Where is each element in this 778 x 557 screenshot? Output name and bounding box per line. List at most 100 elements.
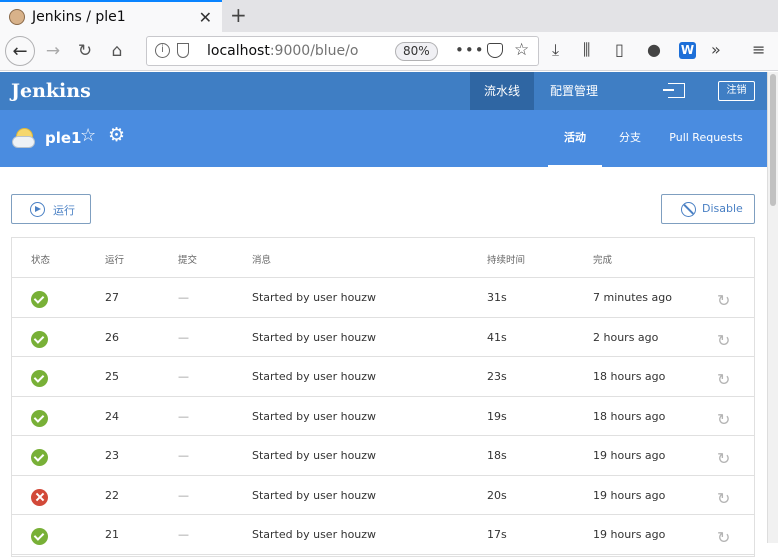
table-row[interactable]: 27 — Started by user houzw 31s 7 minutes ago…	[12, 278, 754, 318]
table-row[interactable]: 26 — Started by user houzw 41s 2 hours ago ↻	[12, 318, 754, 357]
nav-pipelines[interactable]: 流水线	[470, 72, 534, 110]
jenkins-favicon-icon	[9, 9, 25, 25]
completed: 19 hours ago	[593, 488, 666, 502]
disable-button[interactable]: Disable	[661, 194, 755, 224]
duration: 17s	[487, 528, 507, 541]
disable-button-label: Disable	[702, 202, 743, 215]
run-number: 26	[105, 330, 119, 344]
pocket-icon[interactable]	[487, 43, 503, 58]
browser-tab-strip: Jenkins / ple1 ✕ +	[0, 0, 778, 32]
commit: —	[178, 449, 189, 462]
commit: —	[178, 528, 189, 541]
url-bar[interactable]: i localhost:9000/blue/o 80% ••• ☆	[146, 36, 539, 66]
table-row[interactable]: 25 — Started by user houzw 23s 18 hours ago ↻	[12, 357, 754, 397]
jenkins-logo[interactable]: Jenkins	[11, 80, 91, 102]
page-scrollbar[interactable]	[767, 72, 778, 543]
rerun-icon[interactable]: ↻	[717, 370, 730, 389]
back-button[interactable]: ←	[5, 36, 35, 66]
message: Started by user houzw	[252, 330, 377, 344]
header-run: 运行	[105, 255, 125, 266]
tab-title: Jenkins / ple1	[32, 9, 126, 25]
forward-button[interactable]: →	[39, 37, 67, 65]
completed: 19 hours ago	[593, 528, 666, 541]
page-actions-icon[interactable]: •••	[455, 41, 485, 59]
overflow-chevron-icon[interactable]: »	[711, 40, 721, 59]
extension-icon[interactable]: W	[679, 42, 696, 59]
commit: —	[178, 409, 189, 423]
downloads-icon[interactable]: ⤓	[552, 40, 559, 60]
scrollbar-thumb[interactable]	[770, 74, 776, 206]
run-button-label: 运行	[53, 204, 75, 217]
play-icon	[30, 202, 45, 217]
duration: 20s	[487, 488, 507, 502]
settings-gear-icon[interactable]: ⚙	[108, 124, 125, 146]
duration: 18s	[487, 449, 507, 462]
exit-classic-icon[interactable]	[663, 83, 685, 98]
disable-icon	[681, 202, 696, 217]
success-status-icon	[31, 291, 48, 308]
duration: 23s	[487, 370, 507, 383]
logout-button[interactable]: 注销	[718, 81, 755, 101]
library-icon[interactable]: ⫼	[583, 40, 590, 60]
commit: —	[178, 370, 189, 383]
message: Started by user houzw	[252, 370, 377, 383]
rerun-icon[interactable]: ↻	[717, 528, 730, 547]
jenkins-header: Jenkins 流水线 配置管理 注销	[0, 72, 767, 110]
tab-activity[interactable]: 活动	[548, 110, 602, 167]
table-header: 状态 运行 提交 消息 持续时间 完成	[12, 238, 754, 278]
table-row[interactable]: 23 — Started by user houzw 18s 19 hours ago ↻	[12, 436, 754, 476]
duration: 31s	[487, 291, 507, 304]
table-row[interactable]: 21 — Started by user houzw 17s 19 hours ago ↻	[12, 515, 754, 555]
rerun-icon[interactable]: ↻	[717, 489, 730, 508]
nav-administration[interactable]: 配置管理	[541, 72, 607, 110]
browser-tab[interactable]: Jenkins / ple1 ✕	[0, 0, 222, 32]
run-number: 23	[105, 449, 119, 462]
success-status-icon	[31, 409, 48, 427]
header-commit: 提交	[178, 255, 198, 266]
home-button[interactable]: ⌂	[103, 37, 131, 65]
favorite-star-icon[interactable]: ☆	[80, 125, 96, 146]
failure-status-icon	[31, 488, 48, 506]
weather-partly-sunny-icon	[12, 127, 36, 149]
zoom-level-button[interactable]: 80%	[395, 42, 438, 61]
url-text[interactable]: localhost:9000/blue/o	[207, 43, 387, 59]
reload-button[interactable]: ↻	[71, 37, 99, 65]
sidebar-icon[interactable]: ▯	[615, 40, 624, 59]
tab-branches[interactable]: 分支	[609, 110, 651, 167]
message: Started by user houzw	[252, 409, 377, 423]
browser-toolbar: ← → ↻ ⌂ i localhost:9000/blue/o 80% ••• …	[0, 32, 778, 71]
header-completed: 完成	[593, 255, 613, 266]
info-icon[interactable]: i	[155, 43, 170, 58]
run-number: 22	[105, 488, 119, 502]
completed: 19 hours ago	[593, 449, 666, 462]
message: Started by user houzw	[252, 488, 377, 502]
activity-table: 状态 运行 提交 消息 持续时间 完成 27 — Started by user h…	[11, 237, 755, 557]
header-duration: 持续时间	[487, 255, 526, 266]
rerun-icon[interactable]: ↻	[717, 291, 730, 310]
header-status: 状态	[31, 255, 51, 266]
hamburger-menu-icon[interactable]: ≡	[752, 40, 765, 59]
pipeline-name[interactable]: ple1	[45, 129, 82, 147]
run-button[interactable]: 运行	[11, 194, 91, 224]
success-status-icon	[31, 330, 48, 348]
new-tab-button[interactable]: +	[230, 3, 247, 27]
rerun-icon[interactable]: ↻	[717, 331, 730, 350]
completed: 7 minutes ago	[593, 291, 672, 304]
run-number: 24	[105, 409, 119, 423]
commit: —	[178, 488, 189, 502]
tab-pull-requests[interactable]: Pull Requests	[666, 110, 746, 167]
close-tab-icon[interactable]: ✕	[199, 8, 212, 27]
message: Started by user houzw	[252, 449, 377, 462]
account-icon[interactable]: ●	[647, 40, 661, 59]
success-status-icon	[31, 528, 48, 545]
table-row[interactable]: 22 — Started by user houzw 20s 19 hours ago ↻	[12, 476, 754, 515]
rerun-icon[interactable]: ↻	[717, 410, 730, 429]
completed: 18 hours ago	[593, 409, 666, 423]
rerun-icon[interactable]: ↻	[717, 449, 730, 468]
table-row[interactable]: 24 — Started by user houzw 19s 18 hours ago ↻	[12, 397, 754, 436]
commit: —	[178, 291, 189, 304]
message: Started by user houzw	[252, 291, 377, 304]
bookmark-star-icon[interactable]: ☆	[514, 40, 529, 60]
tracking-shield-icon[interactable]	[177, 43, 189, 58]
success-status-icon	[31, 449, 48, 466]
